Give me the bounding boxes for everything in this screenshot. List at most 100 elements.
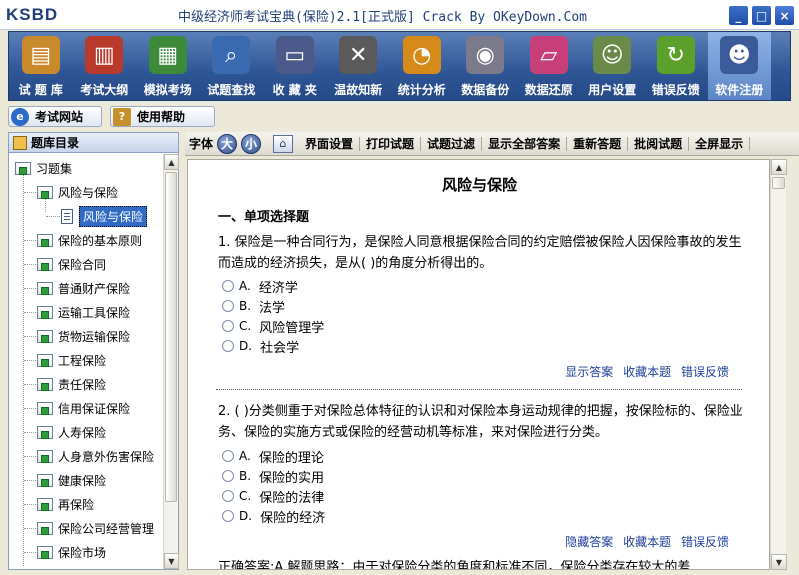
maximize-button[interactable]: □ [751,5,772,26]
toolbar-button-8[interactable]: ▱ 数据还原 [517,32,581,100]
font-smaller-button[interactable]: 小 [241,133,262,154]
toolbar-button-3[interactable]: ⌕ 试题查找 [200,32,264,100]
toolbar-button-5[interactable]: ✕ 温故知新 [327,32,391,100]
option-key: D. [239,509,253,523]
show-answer-link[interactable]: 显示答案 [565,365,613,379]
radio-button[interactable] [222,450,234,462]
report-error-link[interactable]: 错误反馈 [681,535,729,549]
fullscreen-button[interactable]: 全屏显示 [689,136,751,151]
tree-item[interactable]: 保险公司经营管理 [37,518,154,538]
question-2-option-c[interactable]: C. 保险的法律 [222,486,324,506]
radio-button[interactable] [222,320,234,332]
tree-item[interactable]: 保险合同 [37,254,106,274]
document-icon [61,208,73,224]
question-1-option-c[interactable]: C. 风险管理学 [222,316,324,336]
toolbar-button-11[interactable]: ☻ 软件注册 [707,32,771,100]
magnifier-icon: ⌕ [212,36,251,74]
tree-item[interactable]: 普通财产保险 [37,278,130,298]
question-content: 风险与保险 一、单项选择题 1. 保险是一种合同行为，是保险人同意根据保险合同的… [187,159,770,570]
font-bigger-button[interactable]: 大 [217,133,238,154]
interface-settings-button[interactable]: 界面设置 [299,136,361,151]
favorite-link[interactable]: 收藏本题 [623,535,671,549]
content-scrollbar[interactable]: ▲ ▼ [770,159,787,570]
question-1-option-b[interactable]: B. 法学 [222,296,285,316]
close-button[interactable]: × [774,5,795,26]
tree-item[interactable]: 健康保险 [37,470,106,490]
tree-connector [24,432,36,433]
tree-connector [24,360,36,361]
toolbar-button-label: 错误反馈 [651,83,700,97]
scroll-down-arrow[interactable]: ▼ [164,553,179,569]
question-2-option-a[interactable]: A. 保险的理论 [222,446,324,466]
radio-button[interactable] [222,490,234,502]
home-icon[interactable]: ⌂ [273,134,294,153]
toolbar-button-6[interactable]: ◔ 统计分析 [390,32,454,100]
tree-item[interactable]: 信用保证保险 [37,398,130,418]
tree-item[interactable]: 风险与保险 [61,205,148,227]
show-all-answers-button[interactable]: 显示全部答案 [482,136,568,151]
tree-scrollbar[interactable]: ▲ ▼ [163,154,179,569]
tree-item[interactable]: 风险与保险 [37,182,118,202]
scroll-up-arrow[interactable]: ▲ [164,154,179,170]
answer-explanation: 正确答案:A 解题思路：由于对保险分类的角度和标准不同，保险分类存在较大的差 [218,560,691,570]
tree-connector [23,170,24,566]
tree-item[interactable]: 再保险 [37,494,94,514]
tree-item[interactable]: 人寿保险 [37,422,106,442]
refresh-icon: ↻ [656,36,695,74]
tree-item[interactable]: 工程保险 [37,350,106,370]
scroll-down-arrow[interactable]: ▼ [771,554,787,570]
scroll-up-arrow[interactable]: ▲ [771,159,787,175]
toolbar-button-0[interactable]: ▤ 试 题 库 [9,32,73,100]
hide-answer-link[interactable]: 隐藏答案 [565,535,613,549]
book-icon: ▤ [21,36,60,74]
option-text: 保险的法律 [259,490,325,506]
question-1-option-d[interactable]: D. 社会学 [222,336,299,356]
tree-item-label: 保险合同 [58,257,107,272]
option-text: 社会学 [260,340,300,356]
exam-website-button[interactable]: e 考试网站 [8,106,102,127]
toolbar-button-1[interactable]: ▥ 考试大纲 [73,32,137,100]
question-2-option-d[interactable]: D. 保险的经济 [222,506,325,526]
tree-connector [24,384,36,385]
tree-root[interactable]: 习题集 [15,158,72,178]
toolbar-button-2[interactable]: ▦ 模拟考场 [136,32,200,100]
favorite-link[interactable]: 收藏本题 [623,365,671,379]
minimize-button[interactable]: _ [728,5,749,26]
toolbar-button-10[interactable]: ↻ 错误反馈 [644,32,708,100]
tree-item[interactable]: 保险市场 [37,542,106,562]
window-title: 中级经济师考试宝典(保险)2.1[正式版] Crack By OKeyDown.… [178,10,587,25]
help-button[interactable]: ? 使用帮助 [110,106,215,127]
tree-item[interactable]: 货物运输保险 [37,326,130,346]
tree-connector [46,216,60,217]
radio-button[interactable] [222,280,234,292]
question-2-option-b[interactable]: B. 保险的实用 [222,466,324,486]
radio-button[interactable] [222,470,234,482]
tree-item[interactable]: 保险的基本原则 [37,230,142,250]
panel-header: 题库目录 [9,133,178,153]
restart-button[interactable]: 重新答题 [567,136,629,151]
toolbar-button-7[interactable]: ◉ 数据备份 [454,32,518,100]
option-key: B. [239,299,252,313]
tree-item[interactable]: 保险监管 [37,566,106,569]
globe-icon: e [11,107,29,126]
scroll-thumb[interactable] [772,177,785,189]
toolbar-button-label: 软件注册 [715,83,764,97]
tree-connector [24,192,36,193]
radio-button[interactable] [222,300,234,312]
scroll-thumb[interactable] [165,172,177,502]
toolbar-button-4[interactable]: ▭ 收 藏 夹 [263,32,327,100]
radio-button[interactable] [222,340,234,352]
report-error-link[interactable]: 错误反馈 [681,365,729,379]
filter-button[interactable]: 试题过滤 [421,136,483,151]
tree-item[interactable]: 人身意外伤害保险 [37,446,154,466]
tree-item[interactable]: 运输工具保险 [37,302,130,322]
folder-icon [37,521,53,535]
radio-button[interactable] [222,510,234,522]
print-button[interactable]: 打印试题 [360,136,422,151]
panel-splitter[interactable] [179,132,185,570]
grade-button[interactable]: 批阅试题 [628,136,690,151]
toolbar-button-label: 模拟考场 [143,83,192,97]
toolbar-button-9[interactable]: ☺ 用户设置 [581,32,645,100]
tree-item[interactable]: 责任保险 [37,374,106,394]
question-1-option-a[interactable]: A. 经济学 [222,276,298,296]
